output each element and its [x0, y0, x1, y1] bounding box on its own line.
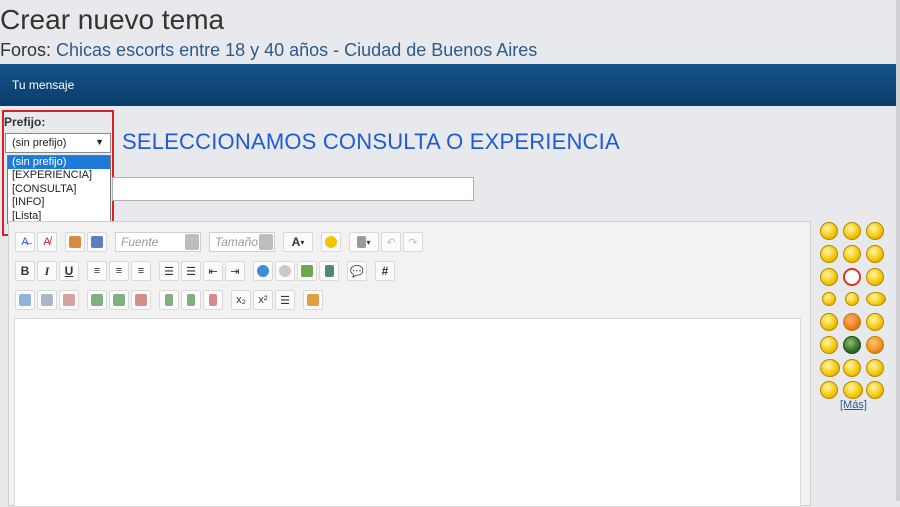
- font-family-label: Fuente: [121, 235, 159, 249]
- subscript-label: x₂: [236, 294, 246, 306]
- editor-toolbar-row-2: B I U ≡ ≡ ≡ ☰ ☰ ⇤ ⇥ 💬 #: [15, 259, 403, 283]
- attachment-button[interactable]: ▾: [349, 232, 379, 252]
- bold-icon[interactable]: B: [15, 261, 35, 281]
- prefix-option[interactable]: (sin prefijo): [8, 156, 110, 170]
- unlink-icon[interactable]: [275, 261, 295, 281]
- smiley-thumbs-down-icon[interactable]: [843, 381, 863, 399]
- forum-prefix: Foros:: [0, 40, 52, 60]
- font-family-select[interactable]: Fuente: [115, 232, 201, 252]
- horizontal-rule-icon[interactable]: ☰: [275, 290, 295, 310]
- smiley-cheeky-icon[interactable]: [820, 313, 838, 331]
- smiley-pirate-icon[interactable]: [843, 222, 861, 240]
- prefix-dropdown-list[interactable]: (sin prefijo) [EXPERIENCIA] [CONSULTA] […: [7, 155, 111, 224]
- align-right-icon[interactable]: ≡: [131, 261, 151, 281]
- editor-toolbar-row-1: A̶ A̸ Fuente Tamaño A ▾ ▾ ↶ ↷: [15, 230, 425, 254]
- delete-column-icon[interactable]: [203, 290, 223, 310]
- prefix-option[interactable]: [EXPERIENCIA]: [8, 169, 110, 182]
- quote-icon[interactable]: 💬: [347, 261, 367, 281]
- font-size-label: Tamaño: [215, 235, 258, 249]
- smiley-love-icon[interactable]: [820, 222, 838, 240]
- chevron-down-icon: ▾: [366, 237, 371, 247]
- chevron-down-icon: ▾: [300, 237, 305, 247]
- page-scrollbar[interactable]: [896, 0, 900, 501]
- smiley-shy-icon[interactable]: [866, 268, 884, 286]
- smiley-laugh-icon[interactable]: [820, 268, 838, 286]
- subscript-button[interactable]: x₂: [231, 290, 251, 310]
- smiley-think-icon[interactable]: [866, 359, 884, 377]
- smiley-confused-icon[interactable]: [843, 245, 861, 263]
- delete-row-icon[interactable]: [131, 290, 151, 310]
- page-title: Crear nuevo tema: [0, 4, 225, 35]
- chevron-down-icon: [259, 234, 273, 250]
- clear-format-icon[interactable]: A̸: [37, 232, 57, 252]
- prefix-selected-value: (sin prefijo): [12, 137, 67, 149]
- insert-row-before-icon[interactable]: [87, 290, 107, 310]
- align-center-icon[interactable]: ≡: [109, 261, 129, 281]
- smiley-dance-icon[interactable]: [845, 292, 859, 306]
- text-color-button[interactable]: A ▾: [283, 232, 313, 252]
- italic-icon[interactable]: I: [37, 261, 57, 281]
- smiley-cool-icon[interactable]: [866, 313, 884, 331]
- section-bar-title: Tu mensaje: [12, 78, 75, 92]
- smiley-icon[interactable]: [321, 232, 341, 252]
- smiley-hug-icon[interactable]: [843, 359, 861, 377]
- underline-icon[interactable]: U: [59, 261, 79, 281]
- smiley-thumbs-up-icon[interactable]: [866, 381, 884, 399]
- smiley-forbidden-icon[interactable]: [843, 268, 861, 286]
- paste-word-icon[interactable]: [87, 232, 107, 252]
- smiley-clap-icon[interactable]: [822, 292, 836, 306]
- prefix-option[interactable]: [CONSULTA]: [8, 183, 110, 196]
- insert-row-after-icon[interactable]: [109, 290, 129, 310]
- hash-label: #: [381, 264, 389, 278]
- redo-icon[interactable]: ↷: [403, 232, 423, 252]
- smiley-kiss-icon[interactable]: [866, 292, 886, 306]
- table-properties-icon[interactable]: [37, 290, 57, 310]
- smiley-wave-icon[interactable]: [820, 381, 838, 399]
- table-delete-icon[interactable]: [59, 290, 79, 310]
- table-icon[interactable]: [15, 290, 35, 310]
- prefix-label: Prefijo:: [4, 115, 46, 129]
- forum-breadcrumb: Foros: Chicas escorts entre 18 y 40 años…: [0, 40, 537, 61]
- message-textarea[interactable]: [14, 318, 801, 507]
- smiley-wink-icon[interactable]: [820, 336, 838, 354]
- insert-column-before-icon[interactable]: [159, 290, 179, 310]
- link-icon[interactable]: [253, 261, 273, 281]
- paste-icon[interactable]: [65, 232, 85, 252]
- chevron-down-icon: [185, 234, 199, 250]
- indent-icon[interactable]: ⇥: [225, 261, 245, 281]
- smiley-handshake-icon[interactable]: [820, 359, 840, 377]
- source-code-icon[interactable]: [303, 290, 323, 310]
- more-smilies-link[interactable]: [Más]: [840, 399, 867, 411]
- align-left-icon[interactable]: ≡: [87, 261, 107, 281]
- insert-column-after-icon[interactable]: [181, 290, 201, 310]
- image-icon[interactable]: [297, 261, 317, 281]
- message-editor: A̶ A̸ Fuente Tamaño A ▾ ▾ ↶ ↷ B I U ≡ ≡ ≡…: [8, 221, 811, 507]
- outdent-icon[interactable]: ⇤: [203, 261, 223, 281]
- video-icon[interactable]: [319, 261, 339, 281]
- prefix-select[interactable]: (sin prefijo) ▼: [5, 133, 111, 153]
- ordered-list-icon[interactable]: ☰: [159, 261, 179, 281]
- chevron-down-icon: ▼: [95, 137, 104, 147]
- remove-format-icon[interactable]: A̶: [15, 232, 35, 252]
- smiley-army-icon[interactable]: [843, 336, 861, 354]
- thread-title-input[interactable]: [112, 177, 474, 201]
- unordered-list-icon[interactable]: ☰: [181, 261, 201, 281]
- smiley-angry-icon[interactable]: [866, 336, 884, 354]
- forum-link[interactable]: Chicas escorts entre 18 y 40 años - Ciud…: [56, 40, 537, 60]
- font-size-select[interactable]: Tamaño: [209, 232, 275, 252]
- undo-icon[interactable]: ↶: [381, 232, 401, 252]
- prefix-option[interactable]: [INFO]: [8, 196, 110, 209]
- superscript-label: x²: [258, 294, 268, 306]
- smiley-thinking-icon[interactable]: [820, 245, 838, 263]
- text-color-label: A: [291, 235, 301, 249]
- hash-button[interactable]: #: [375, 261, 395, 281]
- section-bar: Tu mensaje: [0, 64, 896, 106]
- superscript-button[interactable]: x²: [253, 290, 273, 310]
- editor-toolbar-row-3: x₂ x² ☰: [15, 288, 325, 312]
- smiley-surprised-icon[interactable]: [866, 222, 884, 240]
- smiley-shocked-icon[interactable]: [866, 245, 884, 263]
- smiley-grin-icon[interactable]: [843, 313, 861, 331]
- annotation-text: SELECCIONAMOS CONSULTA O EXPERIENCIA: [122, 129, 620, 154]
